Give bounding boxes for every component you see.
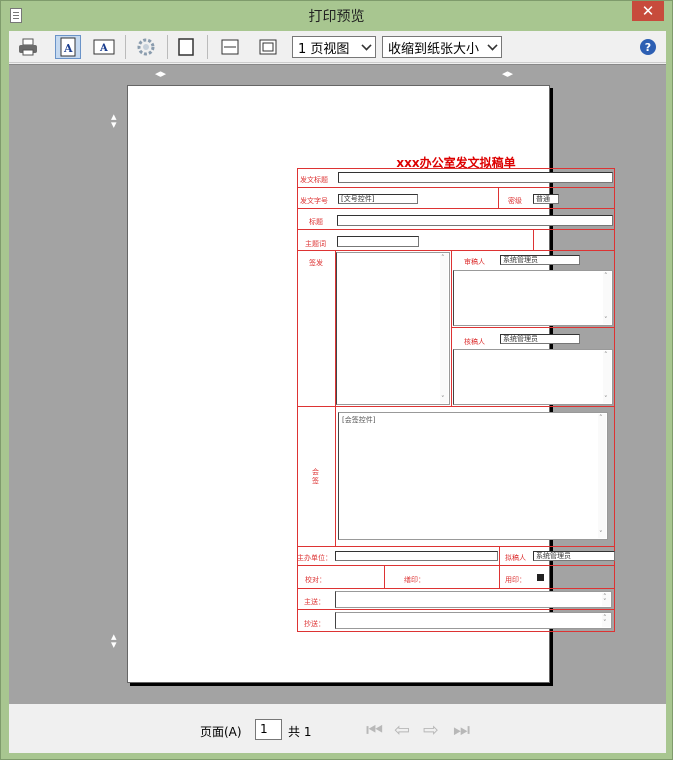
first-page-icon[interactable]: ⏮	[366, 719, 383, 741]
countersign-textarea[interactable]: [会签控件]	[338, 412, 608, 540]
gear-icon	[137, 38, 155, 56]
paper-page: xxx办公室发文拟稿单 发文标题 发文字号 [文号控件] 密级 普通 标题 主题…	[127, 85, 615, 683]
client-area: A A 1 页视图 收缩到纸张大小 ? ◂▸ ◂▸ ▴ ▾ ▴ ▾ xxx办公室…	[9, 31, 666, 753]
page-setup-button[interactable]	[133, 35, 159, 59]
separator	[125, 35, 126, 59]
print-cell	[384, 565, 500, 589]
help-icon[interactable]: ?	[640, 39, 656, 55]
copy-send-label: 抄送：	[304, 620, 325, 628]
document-icon	[10, 8, 22, 23]
right-margin-handle-icon[interactable]: ◂▸	[502, 67, 513, 80]
portrait-button[interactable]: A	[55, 35, 81, 59]
bottom-margin-handle-icon[interactable]: ▴ ▾	[111, 631, 117, 650]
doc-number-label: 发文字号	[300, 197, 328, 205]
portrait-page-icon: A	[60, 37, 76, 57]
single-page-icon	[178, 38, 194, 56]
fit-page-icon	[259, 39, 277, 55]
view-select[interactable]: 1 页视图	[292, 36, 376, 58]
print-label: 缮印：	[404, 576, 425, 584]
fit-width-button[interactable]	[217, 35, 243, 59]
checker-textarea[interactable]	[453, 349, 613, 405]
priority-select[interactable]: 普通	[533, 194, 559, 204]
main-send-label: 主送：	[304, 598, 325, 606]
keywords-extra-cell	[533, 229, 615, 251]
reviewer-textarea[interactable]	[453, 270, 613, 326]
previous-page-icon[interactable]: ⇦	[394, 719, 410, 741]
scrollbar[interactable]	[603, 272, 611, 324]
seal-icon[interactable]	[537, 574, 544, 581]
close-button[interactable]: ✕	[632, 1, 664, 21]
svg-text:A: A	[63, 42, 73, 55]
page-number-input[interactable]: 1	[255, 719, 282, 740]
toolbar: A A 1 页视图 收缩到纸张大小 ?	[9, 31, 666, 63]
keywords-field[interactable]	[337, 236, 419, 247]
countersign-placeholder: [会签控件]	[342, 416, 376, 424]
print-preview-window: 打印预览 ✕ A A 1 页视图 收缩到纸张大小 ? ◂▸ ◂▸ ▴ ▾ ▴ ▾…	[0, 0, 673, 760]
separator	[167, 35, 168, 59]
next-page-icon[interactable]: ⇨	[423, 719, 439, 741]
page-label: 页面(A)	[200, 725, 242, 739]
sign-textarea[interactable]	[336, 252, 450, 405]
fit-width-icon	[221, 39, 239, 55]
scrollbar[interactable]	[603, 351, 611, 403]
seal-label: 用印：	[505, 576, 526, 584]
doc-title-label: 发文标题	[300, 176, 328, 184]
reviewer-label: 审稿人	[464, 258, 485, 266]
copy-send-field[interactable]	[335, 612, 612, 629]
chevron-down-icon	[487, 40, 498, 51]
top-margin-handle-icon[interactable]: ▴ ▾	[111, 111, 117, 130]
printer-icon	[19, 38, 37, 56]
left-margin-handle-icon[interactable]: ◂▸	[155, 67, 166, 80]
view-select-value: 1 页视图	[298, 41, 350, 57]
main-send-field[interactable]	[335, 591, 612, 608]
proofread-label: 校对：	[305, 576, 326, 584]
drafter-field[interactable]: 系统管理员	[533, 551, 615, 561]
host-unit-label: 主办单位：	[297, 554, 332, 562]
keywords-label: 主题词	[305, 240, 326, 248]
zoom-select-value: 收缩到纸张大小	[388, 41, 480, 57]
doc-number-field[interactable]: [文号控件]	[338, 194, 418, 204]
title-bar: 打印预览 ✕	[1, 1, 672, 31]
priority-value: 普通	[536, 195, 550, 203]
page-width-button[interactable]	[173, 35, 199, 59]
zoom-select[interactable]: 收缩到纸张大小	[382, 36, 502, 58]
checker-label: 核稿人	[464, 338, 485, 346]
scrollbar[interactable]	[602, 593, 610, 606]
landscape-button[interactable]: A	[91, 35, 117, 59]
drafter-label: 拟稿人	[505, 554, 526, 562]
scrollbar[interactable]	[602, 614, 610, 627]
doc-title-field[interactable]	[338, 172, 613, 183]
countersign-label: 会签	[312, 468, 319, 485]
print-button[interactable]	[15, 35, 41, 59]
priority-label: 密级	[508, 197, 522, 205]
svg-text:A: A	[99, 43, 108, 54]
last-page-icon[interactable]: ⏭	[453, 719, 470, 741]
scrollbar[interactable]	[440, 254, 448, 403]
separator	[207, 35, 208, 59]
preview-canvas: ◂▸ ◂▸ ▴ ▾ ▴ ▾ xxx办公室发文拟稿单 发文标题 发文字号 [文号控件]…	[9, 64, 666, 704]
page-total: 共 1	[288, 725, 312, 739]
reviewer-field[interactable]: 系统管理员	[500, 255, 580, 265]
subject-label: 标题	[309, 218, 323, 226]
subject-field[interactable]	[337, 215, 613, 226]
landscape-page-icon: A	[93, 39, 115, 55]
footer-bar: 页面(A) 1 共 1 ⏮ ⇦ ⇨ ⏭	[9, 705, 666, 753]
scrollbar[interactable]	[598, 414, 606, 538]
host-unit-field[interactable]	[335, 551, 498, 561]
fit-page-button[interactable]	[255, 35, 281, 59]
sign-label: 签发	[309, 259, 323, 267]
checker-field[interactable]: 系统管理员	[500, 334, 580, 344]
sign-label-cell	[297, 250, 336, 407]
window-title: 打印预览	[308, 9, 365, 25]
chevron-down-icon	[361, 40, 372, 51]
